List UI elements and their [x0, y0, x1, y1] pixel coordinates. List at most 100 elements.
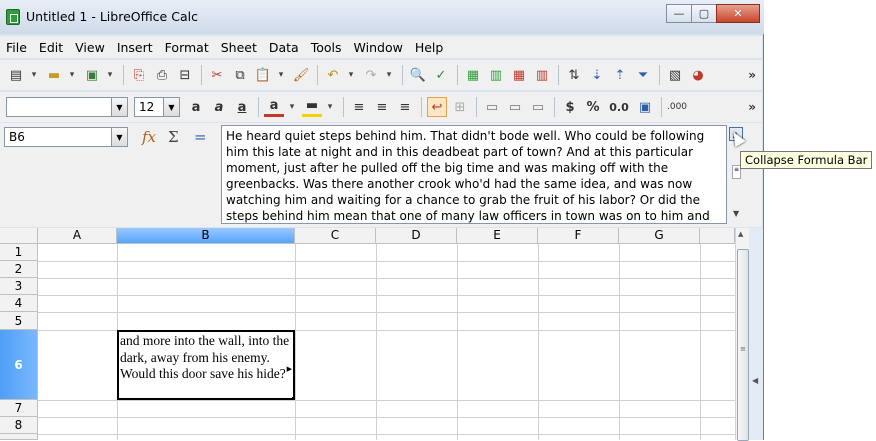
- menu-help[interactable]: Help: [415, 40, 444, 55]
- title-bar[interactable]: Untitled 1 - LibreOffice Calc — ▢ ✕: [0, 0, 764, 34]
- new-dropdown-icon[interactable]: ▾: [29, 65, 39, 85]
- row-header-6[interactable]: 6: [0, 330, 38, 400]
- vertical-scrollbar[interactable]: ▲ ≡: [735, 228, 749, 441]
- menu-sheet[interactable]: Sheet: [221, 40, 257, 55]
- row-header-4[interactable]: 4: [0, 295, 38, 312]
- sum-button[interactable]: Σ: [168, 128, 179, 146]
- insert-image-icon[interactable]: ▧: [665, 65, 685, 85]
- row-header-7[interactable]: 7: [0, 400, 38, 417]
- delete-column-icon[interactable]: ▥: [532, 65, 552, 85]
- active-cell-b6[interactable]: and more into the wall, into the dark, a…: [117, 330, 295, 400]
- merge-cells-icon[interactable]: ⊞: [450, 97, 470, 117]
- align-right-icon[interactable]: ≡: [395, 97, 415, 117]
- open-folder-icon[interactable]: ▬: [44, 65, 64, 85]
- open-dropdown-icon[interactable]: ▾: [67, 65, 77, 85]
- print-preview-icon[interactable]: ⊟: [175, 65, 195, 85]
- row-header-2[interactable]: 2: [0, 261, 38, 278]
- cut-icon[interactable]: ✂: [207, 65, 227, 85]
- toolbar-overflow-icon[interactable]: »: [748, 68, 756, 82]
- clone-formatting-icon[interactable]: 🖌: [291, 65, 311, 85]
- select-all-corner[interactable]: [0, 228, 38, 244]
- scroll-thumb[interactable]: ≡: [737, 249, 749, 441]
- menu-view[interactable]: View: [75, 40, 105, 55]
- align-center-icon[interactable]: ≡: [372, 97, 392, 117]
- insert-chart-icon[interactable]: ◕: [688, 65, 708, 85]
- function-wizard-icon[interactable]: fx: [142, 128, 156, 146]
- row-header-5[interactable]: 5: [0, 312, 38, 330]
- font-name-dropdown-icon[interactable]: ▼: [111, 98, 127, 116]
- font-color-dropdown-icon[interactable]: ▾: [287, 97, 297, 117]
- autofilter-icon[interactable]: ⏷: [633, 65, 653, 85]
- name-box[interactable]: B6 ▼: [4, 127, 128, 147]
- row-header-3[interactable]: 3: [0, 278, 38, 295]
- align-bottom-icon[interactable]: ▭: [528, 97, 548, 117]
- font-name-combo[interactable]: ▼: [6, 97, 128, 117]
- column-header-g[interactable]: G: [619, 228, 700, 244]
- column-header-b[interactable]: B: [117, 228, 295, 244]
- toolbar-overflow-icon[interactable]: »: [748, 100, 756, 114]
- copy-icon[interactable]: ⧉: [230, 65, 250, 85]
- formula-button[interactable]: =: [194, 128, 207, 146]
- align-middle-icon[interactable]: ▭: [505, 97, 525, 117]
- row-header-8[interactable]: 8: [0, 417, 38, 434]
- menu-file[interactable]: File: [6, 40, 27, 55]
- new-document-icon[interactable]: ▤: [6, 65, 26, 85]
- row-header-partial[interactable]: [0, 434, 38, 440]
- row-header-1[interactable]: 1: [0, 244, 38, 261]
- menu-tools[interactable]: Tools: [311, 40, 342, 55]
- wrap-text-icon[interactable]: ↩: [427, 97, 447, 117]
- paste-icon[interactable]: 📋: [253, 65, 273, 85]
- column-header-f[interactable]: F: [538, 228, 619, 244]
- splitter-arrow-icon[interactable]: ◀: [752, 376, 758, 385]
- currency-format-button[interactable]: $: [560, 97, 580, 117]
- menu-insert[interactable]: Insert: [117, 40, 153, 55]
- row-icon[interactable]: ▦: [463, 65, 483, 85]
- font-size-combo[interactable]: 12 ▼: [134, 97, 180, 117]
- menu-format[interactable]: Format: [165, 40, 209, 55]
- underline-icon[interactable]: a: [232, 97, 252, 117]
- menu-data[interactable]: Data: [269, 40, 299, 55]
- minimize-button[interactable]: —: [666, 4, 692, 23]
- redo-icon[interactable]: ↷: [361, 65, 381, 85]
- italic-icon[interactable]: a: [209, 97, 229, 117]
- column-icon[interactable]: ▥: [486, 65, 506, 85]
- sort-ascending-icon[interactable]: ⇣: [587, 65, 607, 85]
- find-replace-icon[interactable]: 🔍: [408, 65, 428, 85]
- undo-dropdown-icon[interactable]: ▾: [346, 65, 356, 85]
- column-header-a[interactable]: A: [38, 228, 117, 244]
- undo-icon[interactable]: ↶: [323, 65, 343, 85]
- close-button[interactable]: ✕: [716, 4, 760, 23]
- number-format-button[interactable]: 0.0: [606, 97, 632, 117]
- maximize-button[interactable]: ▢: [691, 4, 717, 23]
- autofill-handle[interactable]: [292, 397, 293, 398]
- export-pdf-icon[interactable]: ⎘: [129, 65, 149, 85]
- menu-window[interactable]: Window: [354, 40, 403, 55]
- highlight-dropdown-icon[interactable]: ▾: [325, 97, 335, 117]
- align-left-icon[interactable]: ≡: [349, 97, 369, 117]
- menu-edit[interactable]: Edit: [39, 40, 63, 55]
- paste-dropdown-icon[interactable]: ▾: [276, 65, 286, 85]
- font-size-dropdown-icon[interactable]: ▼: [163, 98, 179, 116]
- formula-scroll-down-icon[interactable]: ▼: [733, 209, 739, 218]
- highlight-color-icon[interactable]: ▬: [302, 97, 322, 117]
- scroll-up-icon[interactable]: ▲: [738, 230, 743, 238]
- formula-input[interactable]: He heard quiet steps behind him. That di…: [221, 125, 727, 224]
- spelling-icon[interactable]: ✓: [431, 65, 451, 85]
- sort-icon[interactable]: ⇅: [564, 65, 584, 85]
- add-decimal-icon[interactable]: .000: [667, 97, 687, 117]
- font-color-icon[interactable]: a: [264, 97, 284, 117]
- save-icon[interactable]: ▣: [82, 65, 102, 85]
- bold-icon[interactable]: a: [186, 97, 206, 117]
- align-top-icon[interactable]: ▭: [482, 97, 502, 117]
- save-dropdown-icon[interactable]: ▾: [105, 65, 115, 85]
- date-format-icon[interactable]: ▣: [635, 97, 655, 117]
- column-header-partial[interactable]: [700, 228, 735, 244]
- column-header-d[interactable]: D: [376, 228, 457, 244]
- percent-format-button[interactable]: %: [583, 97, 603, 117]
- column-header-e[interactable]: E: [457, 228, 538, 244]
- name-box-dropdown-icon[interactable]: ▼: [111, 128, 127, 146]
- delete-row-icon[interactable]: ▦: [509, 65, 529, 85]
- column-header-c[interactable]: C: [295, 228, 376, 244]
- redo-dropdown-icon[interactable]: ▾: [384, 65, 394, 85]
- sort-descending-icon[interactable]: ⇡: [610, 65, 630, 85]
